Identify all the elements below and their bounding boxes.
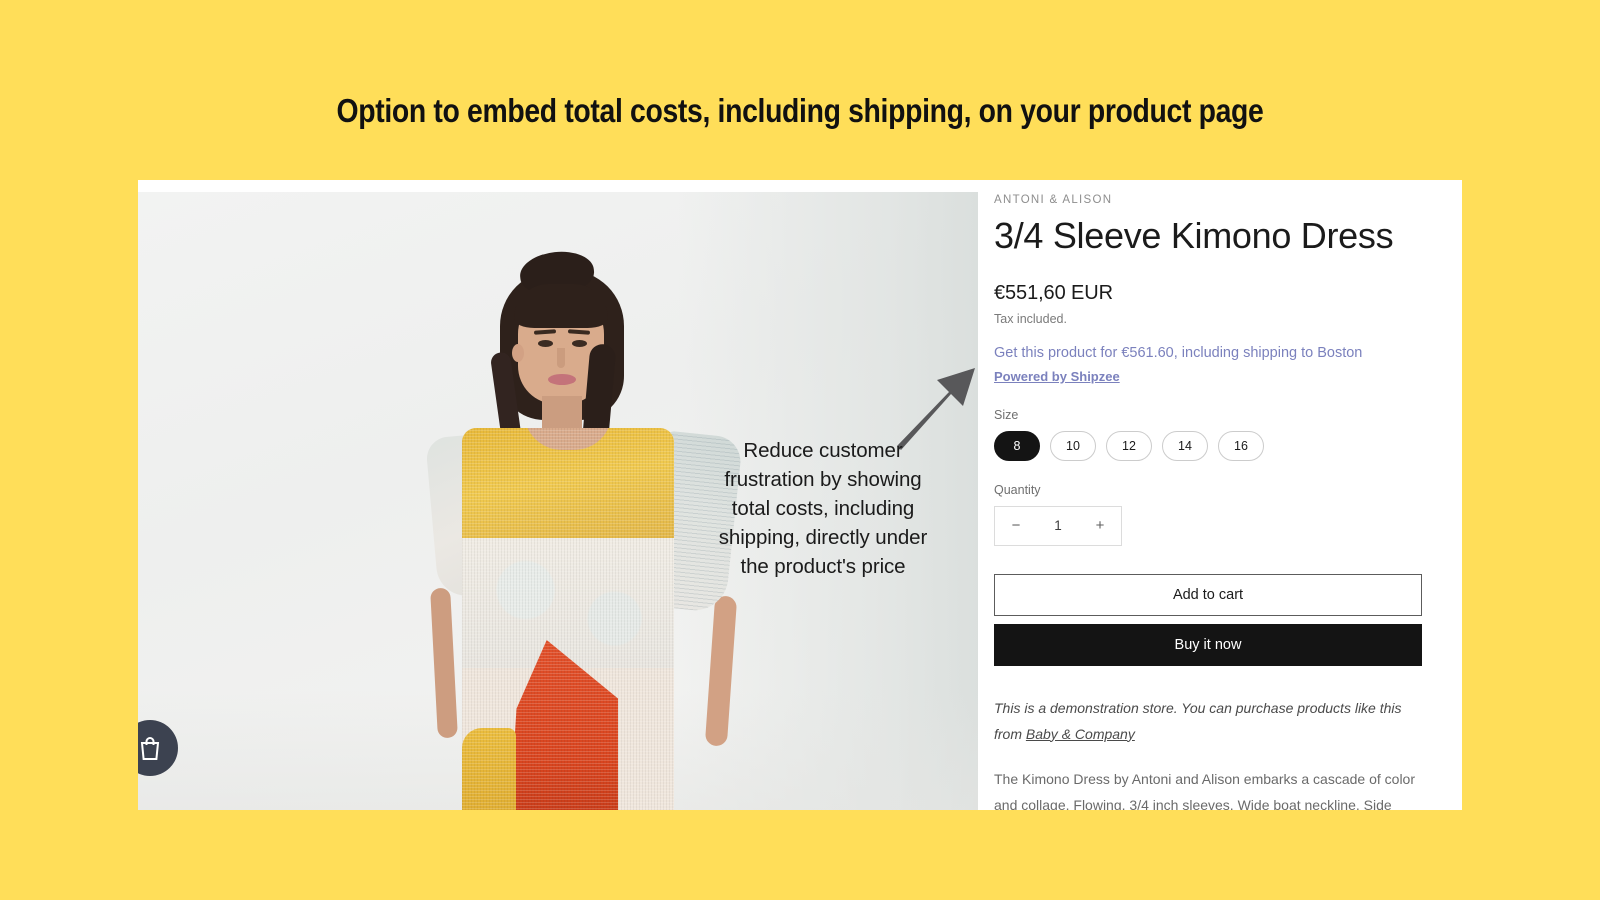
shipping-estimate-text: Get this product for €561.60, including …: [994, 344, 1363, 361]
dress-body: [462, 428, 674, 810]
product-photo: Reduce customer frustration by showing t…: [138, 192, 978, 810]
size-option-12[interactable]: 12: [1106, 430, 1152, 461]
product-title: 3/4 Sleeve Kimono Dress: [994, 215, 1394, 256]
product-image-pane: Reduce customer frustration by showing t…: [138, 180, 978, 810]
page-title: Option to embed total costs, including s…: [336, 92, 1264, 129]
model-ear: [512, 344, 524, 362]
size-option-14[interactable]: 14: [1162, 430, 1208, 461]
quantity-value[interactable]: 1: [1037, 518, 1079, 533]
quantity-increase-button[interactable]: +: [1079, 507, 1121, 545]
size-label: Size: [994, 407, 1019, 422]
model-nose: [557, 348, 565, 368]
size-option-10[interactable]: 10: [1050, 430, 1096, 461]
model-lips: [548, 374, 576, 385]
model-eye-left: [538, 340, 553, 347]
shopping-bag-icon: [140, 737, 160, 760]
product-price: €551,60 EUR: [994, 281, 1113, 304]
product-description: The Kimono Dress by Antoni and Alison em…: [994, 770, 1415, 810]
quantity-label: Quantity: [994, 482, 1041, 497]
add-to-cart-button[interactable]: Add to cart: [994, 573, 1422, 616]
annotation-text: Reduce customer frustration by showing t…: [718, 439, 928, 578]
demo-store-note: This is a demonstration store. You can p…: [994, 695, 1422, 747]
quantity-stepper: − 1 +: [994, 505, 1122, 546]
powered-by-shipzee-link[interactable]: Powered by Shipzee: [994, 369, 1120, 384]
model-figure: [388, 248, 748, 810]
product-page-card: Reduce customer frustration by showing t…: [138, 180, 1462, 810]
dress-texture: [462, 428, 674, 810]
model-arm-left: [430, 587, 458, 739]
product-info-pane: ANTONI & ALISON 3/4 Sleeve Kimono Dress …: [978, 180, 1462, 810]
baby-and-company-link[interactable]: Baby & Company: [1026, 726, 1135, 742]
model-eye-right: [572, 340, 587, 347]
model-arm-right: [704, 595, 738, 747]
size-option-8[interactable]: 8: [994, 430, 1040, 461]
size-option-group: 8 10 12 14 16: [994, 430, 1422, 461]
quantity-decrease-button[interactable]: −: [995, 507, 1037, 545]
tax-included-note: Tax included.: [994, 311, 1067, 326]
model-hair-front: [514, 284, 608, 328]
product-vendor: ANTONI & ALISON: [994, 194, 1113, 206]
size-option-16[interactable]: 16: [1218, 430, 1264, 461]
buy-it-now-button[interactable]: Buy it now: [994, 623, 1422, 666]
